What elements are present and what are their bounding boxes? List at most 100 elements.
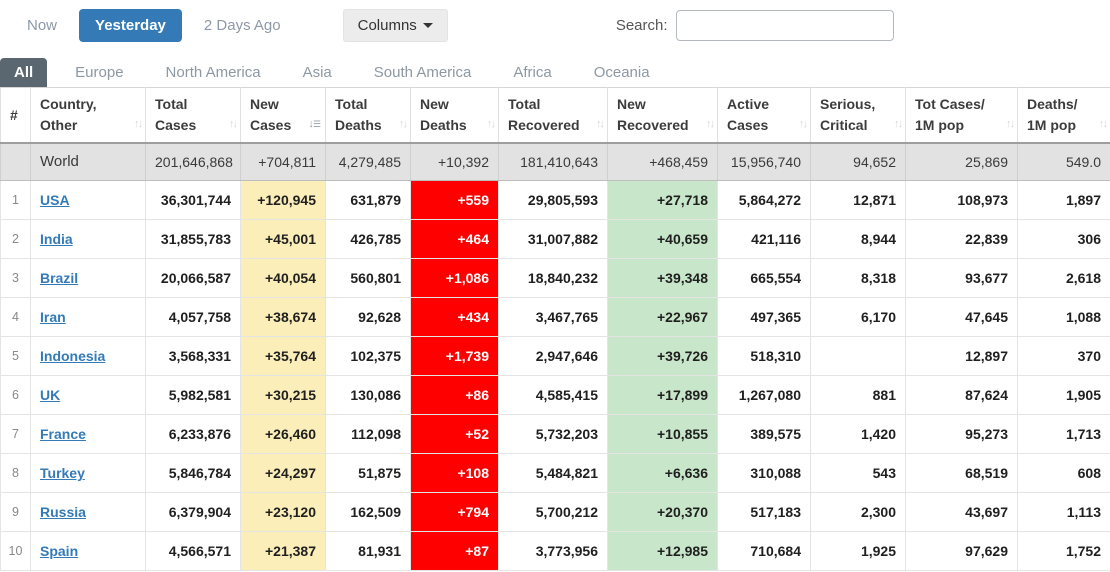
cell-cases_per_1m: 22,839: [905, 219, 1018, 259]
yesterday-button[interactable]: Yesterday: [79, 8, 182, 42]
cell-total_recovered: 3,773,956: [498, 531, 608, 571]
cell-rank: 2: [0, 219, 31, 259]
country-link[interactable]: India: [40, 231, 73, 247]
cell-new_deaths: +794: [410, 492, 499, 532]
column-header-new_recovered[interactable]: New Recovered ↑↓: [607, 87, 718, 143]
cell-total_recovered: 18,840,232: [498, 258, 608, 298]
cell-total_cases: 4,566,571: [145, 531, 241, 571]
column-header-active_cases[interactable]: Active Cases ↑↓: [717, 87, 811, 143]
cell-deaths_per_1m: 1,713: [1017, 414, 1110, 454]
column-header-total_cases[interactable]: Total Cases ↑↓: [145, 87, 241, 143]
cell-deaths_per_1m: 306: [1017, 219, 1110, 259]
search-input[interactable]: [675, 9, 894, 41]
column-header-new_deaths[interactable]: New Deaths ↑↓: [410, 87, 499, 143]
cell-active_cases: 1,267,080: [717, 375, 811, 415]
country-link[interactable]: Indonesia: [40, 348, 105, 364]
table-row: 10 Spain 4,566,571 +21,387 81,931 +87 3,773,95…: [0, 531, 1110, 571]
cell-new_recovered: +39,348: [607, 258, 718, 298]
cell-deaths_per_1m: 1,088: [1017, 297, 1110, 337]
country-link[interactable]: Brazil: [40, 270, 78, 286]
cell-new_recovered: +22,967: [607, 297, 718, 337]
cell-total_cases: 31,855,783: [145, 219, 241, 259]
tab-south-america[interactable]: South America: [360, 58, 486, 87]
table-header: # Country, Other ↑↓ Total Cases ↑↓ New Cases ↓☰ To…: [0, 87, 1110, 143]
cell-rank: 10: [0, 531, 31, 571]
tab-all[interactable]: All: [0, 58, 48, 87]
cell-new_recovered: +17,899: [607, 375, 718, 415]
cell-new_deaths: +434: [410, 297, 499, 337]
cell-serious_critical: [810, 336, 906, 376]
cell-country: India: [30, 219, 146, 259]
cell-total_cases: 4,057,758: [145, 297, 241, 337]
cell-new_cases: +38,674: [240, 297, 326, 337]
cell-cases_per_1m: 108,973: [905, 180, 1018, 220]
country-link[interactable]: Turkey: [40, 465, 85, 481]
column-header-cases_per_1m[interactable]: Tot Cases/1M pop ↑↓: [905, 87, 1018, 143]
cell-deaths_per_1m: 608: [1017, 453, 1110, 493]
cell-country: World: [30, 141, 146, 181]
cell-active_cases: 421,116: [717, 219, 811, 259]
cell-deaths_per_1m: 549.0: [1017, 141, 1110, 181]
cell-new_recovered: +468,459: [607, 141, 718, 181]
cell-total_deaths: 426,785: [325, 219, 411, 259]
cell-new_deaths: +87: [410, 531, 499, 571]
cell-new_recovered: +27,718: [607, 180, 718, 220]
cell-country: UK: [30, 375, 146, 415]
cell-total_recovered: 181,410,643: [498, 141, 608, 181]
column-header-total_recovered[interactable]: Total Recovered ↑↓: [498, 87, 608, 143]
column-header-rank: #: [0, 87, 31, 143]
tab-asia[interactable]: Asia: [289, 58, 346, 87]
country-link[interactable]: Russia: [40, 504, 86, 520]
country-link[interactable]: Spain: [40, 543, 78, 559]
cell-total_recovered: 3,467,765: [498, 297, 608, 337]
cell-deaths_per_1m: 370: [1017, 336, 1110, 376]
two-days-ago-button[interactable]: 2 Days Ago: [192, 10, 293, 41]
tab-africa[interactable]: Africa: [499, 58, 565, 87]
sort-icon: ↑↓: [1006, 117, 1015, 130]
country-link[interactable]: USA: [40, 192, 70, 208]
column-header-new_cases[interactable]: New Cases ↓☰: [240, 87, 326, 143]
cell-new_cases: +704,811: [240, 141, 326, 181]
column-header-serious_critical[interactable]: Serious, Critical ↑↓: [810, 87, 906, 143]
covid-stats-table: # Country, Other ↑↓ Total Cases ↑↓ New Cases ↓☰ To…: [0, 87, 1110, 571]
cell-country: France: [30, 414, 146, 454]
cell-cases_per_1m: 97,629: [905, 531, 1018, 571]
country-link[interactable]: UK: [40, 387, 60, 403]
cell-rank: 3: [0, 258, 31, 298]
sort-icon: ↑↓: [1099, 117, 1108, 130]
cell-active_cases: 310,088: [717, 453, 811, 493]
cell-new_cases: +30,215: [240, 375, 326, 415]
cell-active_cases: 518,310: [717, 336, 811, 376]
now-button[interactable]: Now: [15, 10, 69, 41]
cell-total_recovered: 31,007,882: [498, 219, 608, 259]
cell-active_cases: 497,365: [717, 297, 811, 337]
column-header-total_deaths[interactable]: Total Deaths ↑↓: [325, 87, 411, 143]
cell-new_deaths: +108: [410, 453, 499, 493]
country-link[interactable]: France: [40, 426, 86, 442]
sort-icon: ↑↓: [229, 117, 238, 130]
cell-serious_critical: 94,652: [810, 141, 906, 181]
cell-cases_per_1m: 25,869: [905, 141, 1018, 181]
cell-country: USA: [30, 180, 146, 220]
cell-deaths_per_1m: 1,905: [1017, 375, 1110, 415]
tab-north-america[interactable]: North America: [152, 58, 275, 87]
table-row: 4 Iran 4,057,758 +38,674 92,628 +434 3,467,765…: [0, 297, 1110, 337]
tab-europe[interactable]: Europe: [61, 58, 137, 87]
sort-icon: ↑↓: [596, 117, 605, 130]
tab-oceania[interactable]: Oceania: [580, 58, 664, 87]
column-header-deaths_per_1m[interactable]: Deaths/1M pop ↑↓: [1017, 87, 1110, 143]
cell-new_recovered: +12,985: [607, 531, 718, 571]
cell-cases_per_1m: 43,697: [905, 492, 1018, 532]
cell-total_cases: 201,646,868: [145, 141, 241, 181]
cell-new_cases: +23,120: [240, 492, 326, 532]
cell-new_recovered: +39,726: [607, 336, 718, 376]
country-link[interactable]: Iran: [40, 309, 66, 325]
column-header-country[interactable]: Country, Other ↑↓: [30, 87, 146, 143]
cell-total_deaths: 102,375: [325, 336, 411, 376]
cell-active_cases: 15,956,740: [717, 141, 811, 181]
cell-cases_per_1m: 95,273: [905, 414, 1018, 454]
columns-dropdown-button[interactable]: Columns: [342, 8, 448, 42]
cell-serious_critical: 8,944: [810, 219, 906, 259]
cell-rank: 9: [0, 492, 31, 532]
cell-rank: 5: [0, 336, 31, 376]
